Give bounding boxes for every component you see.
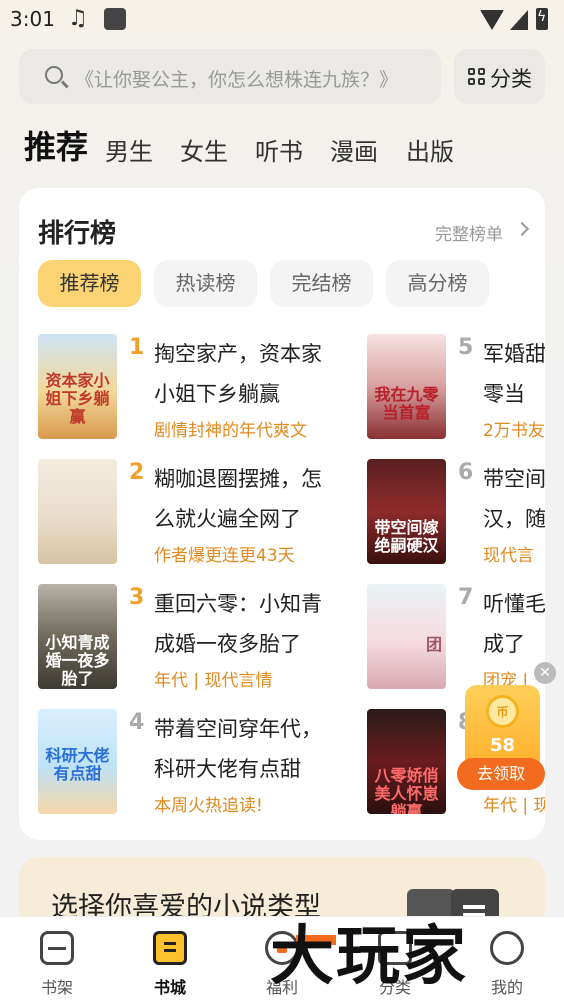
book-item[interactable]: 科研大佬有点甜 4 带着空间穿年代，科研大佬有点甜 本周火热追读! (38, 709, 358, 819)
search-icon (45, 66, 63, 84)
book-item[interactable]: 小知青成婚一夜多胎了 3 重回六零：小知青成婚一夜多胎了 年代 | 现代言情 (38, 584, 358, 694)
book-cover: 带空间嫁绝嗣硬汉 (367, 459, 446, 564)
book-title: 军婚甜九零当 (483, 342, 545, 406)
book-cover: 团 (367, 584, 446, 689)
profile-icon (490, 931, 524, 965)
claim-button[interactable]: 去领取 (457, 758, 545, 790)
search-placeholder: 《让你娶公主，你怎么想株连九族？》 (75, 69, 399, 91)
rank-number: 5 (458, 335, 474, 360)
rank-number: 6 (458, 460, 474, 485)
rank-number: 4 (129, 710, 145, 735)
book-item[interactable]: 我在九零当首富 5 军婚甜九零当 2万书友 (367, 334, 545, 444)
status-bar: 3:01 ♫ (0, 0, 564, 40)
coin-amount: 58 (489, 735, 516, 756)
watermark: 大玩家 (270, 919, 468, 994)
book-cover (38, 459, 117, 564)
tab-female[interactable]: 女生 (180, 132, 228, 167)
book-cover: 资本家小姐下乡躺赢 (38, 334, 117, 439)
nav-bookstore[interactable]: 书城 (120, 917, 220, 1004)
close-icon[interactable]: ✕ (534, 662, 556, 684)
category-label: 分类 (490, 67, 532, 91)
signal-icon (510, 10, 528, 30)
notification-icon (104, 8, 126, 30)
book-title: 听懂毛我成了 (483, 592, 545, 656)
book-title: 带空间汉，随 (483, 467, 545, 531)
ranking-title: 排行榜 (38, 219, 117, 249)
nav-label: 书架 (40, 978, 73, 997)
nav-bookshelf[interactable]: 书架 (7, 917, 107, 1004)
chevron-right-icon (514, 221, 530, 237)
nav-profile[interactable]: 我的 (457, 917, 557, 1004)
status-time: 3:01 (10, 7, 55, 31)
tab-recommend[interactable]: 推荐 (24, 122, 88, 168)
book-tag: 现代言 (483, 546, 534, 566)
tab-male[interactable]: 男生 (105, 132, 153, 167)
book-item[interactable]: 2 糊咖退圈摆摊，怎么就火遍全网了 作者爆更连更43天 (38, 459, 358, 569)
rank-number: 1 (129, 335, 145, 360)
full-ranking-link[interactable]: 完整榜单 (435, 220, 503, 245)
book-tag: 剧情封神的年代爽文 (154, 421, 307, 441)
book-item[interactable]: 带空间嫁绝嗣硬汉 6 带空间汉，随 现代言 (367, 459, 545, 569)
book-item[interactable]: 团 7 听懂毛我成了 团宠 | (367, 584, 545, 694)
book-cover: 八零娇俏美人怀崽躺赢 (367, 709, 446, 814)
bookshelf-icon (40, 931, 74, 965)
tab-publishing[interactable]: 出版 (406, 132, 454, 167)
book-title: 掏空家产，资本家小姐下乡躺赢 (154, 342, 322, 406)
music-note-icon: ♫ (68, 6, 88, 31)
book-tag: 年代 | 现 (483, 796, 545, 816)
category-button[interactable]: 分类 (454, 49, 545, 104)
grid-icon (468, 68, 485, 85)
book-tag: 2万书友 (483, 421, 545, 441)
tab-recommend-rank[interactable]: 推荐榜 (38, 260, 141, 307)
coin-icon: 币 (486, 695, 519, 728)
search-input[interactable]: 《让你娶公主，你怎么想株连九族？》 (19, 49, 441, 104)
rank-number: 2 (129, 460, 145, 485)
book-tag: 作者爆更连更43天 (154, 546, 295, 566)
battery-icon (536, 8, 548, 30)
book-cover: 科研大佬有点甜 (38, 709, 117, 814)
rank-number: 3 (129, 585, 145, 610)
book-title: 带着空间穿年代，科研大佬有点甜 (154, 717, 322, 781)
tab-finished-rank[interactable]: 完结榜 (270, 260, 373, 307)
book-title: 重回六零：小知青成婚一夜多胎了 (154, 592, 322, 656)
system-status-icons (480, 8, 550, 30)
nav-label: 我的 (490, 978, 523, 997)
tab-comics[interactable]: 漫画 (330, 132, 378, 167)
book-item[interactable]: 资本家小姐下乡躺赢 1 掏空家产，资本家小姐下乡躺赢 剧情封神的年代爽文 (38, 334, 358, 444)
book-cover: 我在九零当首富 (367, 334, 446, 439)
nav-label: 书城 (153, 978, 186, 997)
book-tag: 本周火热追读! (154, 796, 263, 816)
wifi-icon (480, 10, 504, 30)
book-cover: 小知青成婚一夜多胎了 (38, 584, 117, 689)
bookstore-icon (153, 931, 187, 965)
book-tag: 年代 | 现代言情 (154, 671, 273, 691)
tab-hot-rank[interactable]: 热读榜 (154, 260, 257, 307)
tab-audiobook[interactable]: 听书 (255, 132, 303, 167)
book-title: 糊咖退圈摆摊，怎么就火遍全网了 (154, 467, 322, 531)
rank-number: 7 (458, 585, 474, 610)
tab-score-rank[interactable]: 高分榜 (386, 260, 489, 307)
